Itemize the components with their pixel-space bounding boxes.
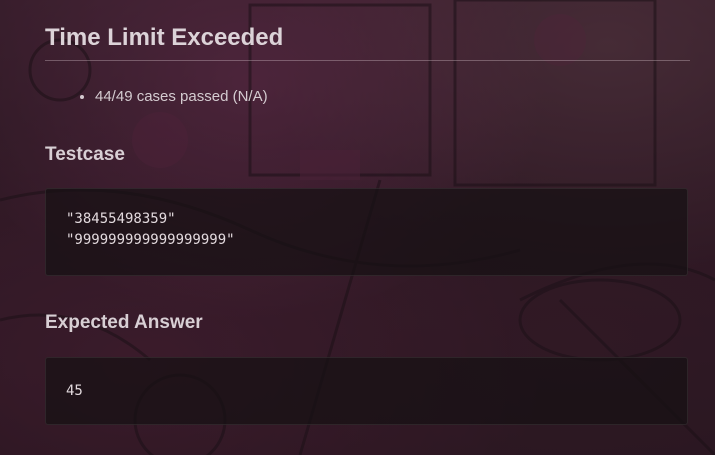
result-summary-list: 44/49 cases passed (N/A) <box>45 85 690 109</box>
expected-answer-heading: Expected Answer <box>45 312 203 333</box>
result-title: Time Limit Exceeded <box>45 0 690 61</box>
testcase-heading: Testcase <box>45 144 125 165</box>
testcase-line: "999999999999999999" <box>66 232 235 248</box>
result-panel: Time Limit Exceeded 44/49 cases passed (… <box>45 0 690 425</box>
expected-answer-box: 45 <box>45 357 688 425</box>
expected-answer-value: 45 <box>66 383 83 399</box>
testcase-box: "38455498359" "999999999999999999" <box>45 188 688 276</box>
cases-passed-text: 44/49 cases passed (N/A) <box>95 85 690 109</box>
testcase-line: "38455498359" <box>66 211 176 227</box>
